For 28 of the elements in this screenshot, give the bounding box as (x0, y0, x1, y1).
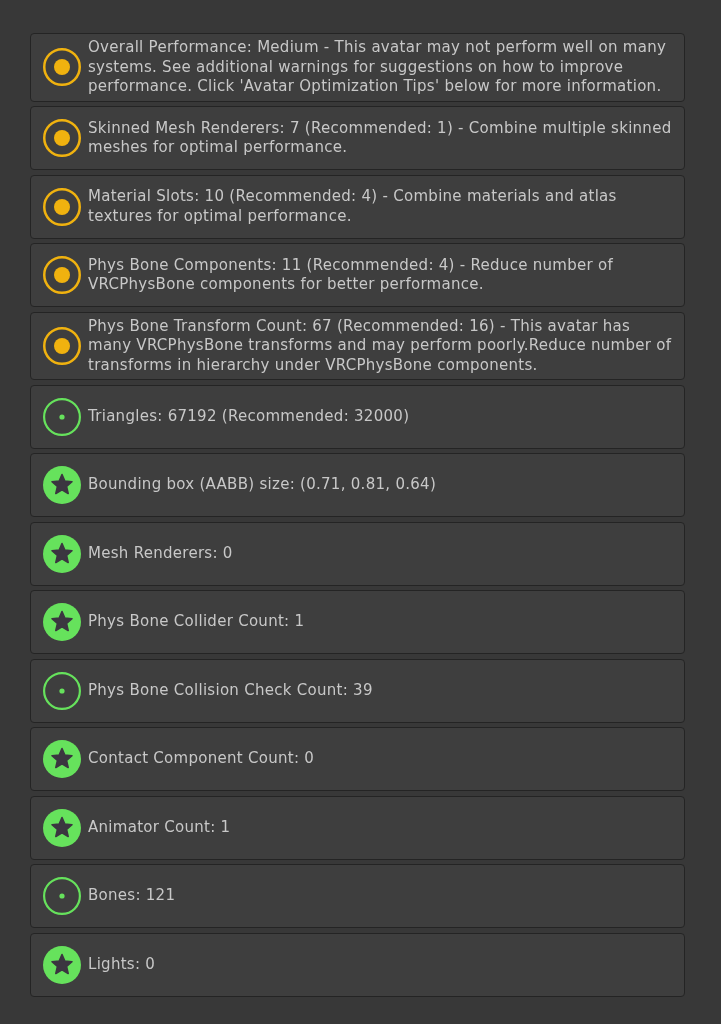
ring-dot-icon (43, 187, 81, 226)
performance-message: Mesh Renderers: 0 (88, 543, 234, 564)
performance-message: Material Slots: 10 (Recommended: 4) - Combine materials and atlas textures for optimal performance. (88, 187, 618, 226)
performance-message: Bounding box (AABB) size: (0.71, 0.81, 0.64) (88, 475, 438, 495)
performance-message: Phys Bone Transform Count: 67 (Recommended: 16) - This avatar has many VRCPhysBone transforms and may perform poorly.Reduce number of transforms in hierarchy under VRCPhysBone components. (88, 316, 673, 375)
ring-dot-icon (43, 877, 81, 915)
star-disc-icon (43, 740, 81, 778)
performance-message: Phys Bone Components: 11 (Recommended: 4) - Reduce number of VRCPhysBone components for better performance. (88, 255, 615, 295)
performance-message: Overall Performance: Medium - This avatar may not perform well on many systems. See additional warnings for suggestions on how to improve performance. Click 'Avatar Optimization Tips' below for more information. (88, 38, 668, 97)
ring-dot-icon (43, 326, 81, 365)
performance-message: Lights: 0 (88, 954, 157, 975)
performance-message: Phys Bone Collider Count: 1 (88, 612, 306, 632)
ring-dot-icon (43, 397, 81, 436)
star-disc-icon (43, 534, 81, 573)
star-disc-icon (43, 466, 81, 504)
ring-dot-icon (43, 119, 81, 157)
ring-dot-icon (43, 48, 81, 87)
performance-message: Triangles: 67192 (Recommended: 32000) (88, 406, 411, 427)
star-disc-icon (43, 603, 81, 641)
performance-message: Animator Count: 1 (88, 817, 232, 838)
performance-message: Phys Bone Collision Check Count: 39 (88, 680, 374, 701)
star-disc-icon (43, 808, 81, 847)
performance-message: Skinned Mesh Renderers: 7 (Recommended: 1) - Combine multiple skinned meshes for optimal performance. (88, 118, 673, 158)
performance-message: Bones: 121 (88, 886, 177, 906)
performance-message: Contact Component Count: 0 (88, 749, 316, 769)
ring-dot-icon (43, 671, 81, 710)
ring-dot-icon (43, 256, 81, 294)
star-disc-icon (43, 945, 81, 984)
